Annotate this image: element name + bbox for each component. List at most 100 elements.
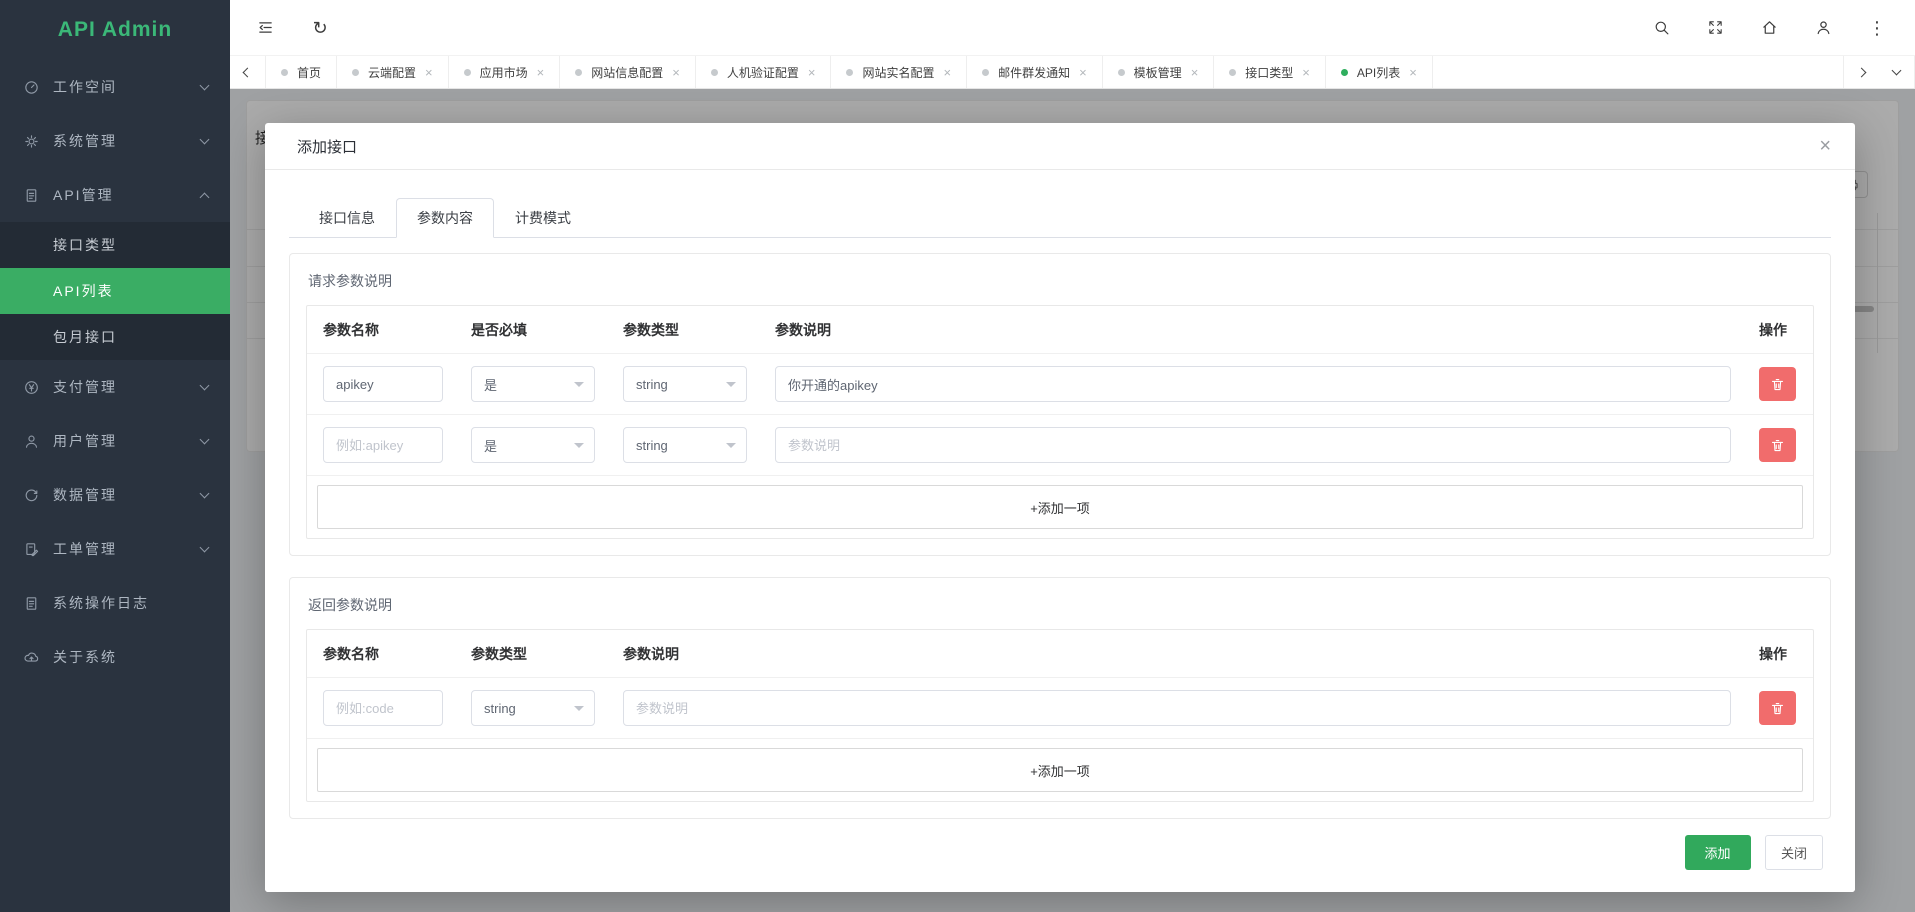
tab-close-icon[interactable]: ×: [1409, 65, 1417, 80]
tab-close-icon[interactable]: ×: [1191, 65, 1199, 80]
app-logo: API Admin: [0, 0, 230, 60]
table-row: 是 string: [307, 414, 1813, 475]
tab-cloud-config[interactable]: 云端配置 ×: [337, 56, 449, 88]
search-icon[interactable]: [1641, 8, 1681, 48]
tab-dot: [846, 69, 853, 76]
tab-dot: [464, 69, 471, 76]
sidebar-item-api-management[interactable]: API管理: [0, 168, 230, 222]
tab-close-icon[interactable]: ×: [1302, 65, 1310, 80]
tab-mail-notify[interactable]: 邮件群发通知 ×: [967, 56, 1103, 88]
add-return-param-button[interactable]: +添加一项: [317, 748, 1803, 792]
required-select[interactable]: 是: [471, 366, 595, 402]
table-header-row: 参数名称 是否必填 参数类型 参数说明 操作: [307, 306, 1813, 353]
param-desc-input[interactable]: [775, 366, 1731, 402]
more-menu-icon[interactable]: ⋮: [1857, 8, 1897, 48]
add-row-container: +添加一项: [307, 738, 1813, 801]
sidebar-item-operation-log[interactable]: 系统操作日志: [0, 576, 230, 630]
close-icon[interactable]: ×: [1819, 136, 1831, 156]
tabs-scroll-left-icon[interactable]: [230, 56, 266, 88]
modal-footer: 添加 关闭: [265, 821, 1855, 892]
tab-home[interactable]: 首页: [266, 56, 337, 88]
tab-dot: [1229, 69, 1236, 76]
tab-site-info-config[interactable]: 网站信息配置 ×: [560, 56, 696, 88]
sidebar-item-monthly-api[interactable]: 包月接口: [0, 314, 230, 360]
sidebar-item-api-list[interactable]: API列表: [0, 268, 230, 314]
sidebar-item-workorder[interactable]: 工单管理: [0, 522, 230, 576]
delete-row-button[interactable]: [1759, 367, 1796, 401]
sidebar-item-workspace[interactable]: 工作空间: [0, 60, 230, 114]
user-profile-icon[interactable]: [1803, 8, 1843, 48]
param-type-select[interactable]: string: [471, 690, 595, 726]
sidebar-item-payment[interactable]: 支付管理: [0, 360, 230, 414]
home-icon[interactable]: [1749, 8, 1789, 48]
param-desc-input[interactable]: [623, 690, 1731, 726]
param-name-input[interactable]: [323, 366, 443, 402]
col-header-required: 是否必填: [471, 320, 595, 340]
param-type-select[interactable]: string: [623, 427, 747, 463]
caret-down-icon: [574, 382, 584, 392]
col-header-name: 参数名称: [323, 644, 443, 664]
caret-down-icon: [574, 706, 584, 716]
sidebar-item-about[interactable]: 关于系统: [0, 630, 230, 684]
tab-dot: [575, 69, 582, 76]
request-params-table: 参数名称 是否必填 参数类型 参数说明 操作 是 string: [306, 305, 1814, 539]
tab-api-type[interactable]: 接口类型 ×: [1214, 56, 1326, 88]
tab-template-management[interactable]: 模板管理 ×: [1103, 56, 1215, 88]
modal-body: 接口信息 参数内容 计费模式 请求参数说明 参数名称 是否必填 参数类型 参数说…: [265, 170, 1855, 819]
delete-row-button[interactable]: [1759, 428, 1796, 462]
chevron-down-icon: [200, 542, 210, 552]
gear-icon: [22, 132, 40, 150]
tab-parameter-content[interactable]: 参数内容: [396, 198, 494, 238]
cancel-button[interactable]: 关闭: [1765, 835, 1823, 870]
request-params-section: 请求参数说明 参数名称 是否必填 参数类型 参数说明 操作 是 st: [289, 253, 1831, 556]
sidebar-item-api-type[interactable]: 接口类型: [0, 222, 230, 268]
modal-header: 添加接口 ×: [265, 123, 1855, 170]
chevron-down-icon: [200, 80, 210, 90]
chevron-down-icon: [200, 134, 210, 144]
param-type-select[interactable]: string: [623, 366, 747, 402]
tab-close-icon[interactable]: ×: [943, 65, 951, 80]
tab-close-icon[interactable]: ×: [537, 65, 545, 80]
tab-app-market[interactable]: 应用市场 ×: [449, 56, 561, 88]
page-tabbar: 首页 云端配置 × 应用市场 × 网站信息配置 × 人机验证配置 × 网站实名配…: [230, 56, 1915, 89]
chevron-up-icon: [200, 192, 210, 202]
tab-close-icon[interactable]: ×: [1079, 65, 1087, 80]
tab-close-icon[interactable]: ×: [672, 65, 680, 80]
tab-dot: [1118, 69, 1125, 76]
tab-api-list[interactable]: API列表 ×: [1326, 56, 1433, 88]
dashboard-icon: [22, 78, 40, 96]
param-name-input[interactable]: [323, 690, 443, 726]
add-request-param-button[interactable]: +添加一项: [317, 485, 1803, 529]
tab-dot-active: [1341, 69, 1348, 76]
tabs-scroll-right-icon[interactable]: [1843, 56, 1879, 88]
modal-title: 添加接口: [297, 136, 357, 157]
submit-button[interactable]: 添加: [1685, 835, 1751, 870]
tab-billing-mode[interactable]: 计费模式: [494, 198, 592, 238]
refresh-icon[interactable]: ↻: [300, 8, 340, 48]
tabs-dropdown-icon[interactable]: [1879, 56, 1915, 88]
sidebar-item-system[interactable]: 系统管理: [0, 114, 230, 168]
sidebar-item-users[interactable]: 用户管理: [0, 414, 230, 468]
tab-dot: [982, 69, 989, 76]
sidebar-item-data[interactable]: 数据管理: [0, 468, 230, 522]
menu-fold-icon[interactable]: [245, 8, 285, 48]
table-row: string: [307, 677, 1813, 738]
table-header-row: 参数名称 参数类型 参数说明 操作: [307, 630, 1813, 677]
user-icon: [22, 432, 40, 450]
tab-realname-config[interactable]: 网站实名配置 ×: [831, 56, 967, 88]
tab-captcha-config[interactable]: 人机验证配置 ×: [696, 56, 832, 88]
cloud-upload-icon: [22, 648, 40, 666]
param-name-input[interactable]: [323, 427, 443, 463]
table-row: 是 string: [307, 353, 1813, 414]
add-row-container: +添加一项: [307, 475, 1813, 538]
delete-row-button[interactable]: [1759, 691, 1796, 725]
param-desc-input[interactable]: [775, 427, 1731, 463]
col-header-type: 参数类型: [623, 320, 747, 340]
col-header-op: 操作: [1759, 320, 1797, 340]
tab-close-icon[interactable]: ×: [808, 65, 816, 80]
tab-close-icon[interactable]: ×: [425, 65, 433, 80]
fullscreen-icon[interactable]: [1695, 8, 1735, 48]
required-select[interactable]: 是: [471, 427, 595, 463]
tab-api-info[interactable]: 接口信息: [298, 198, 396, 238]
chevron-down-icon: [200, 434, 210, 444]
